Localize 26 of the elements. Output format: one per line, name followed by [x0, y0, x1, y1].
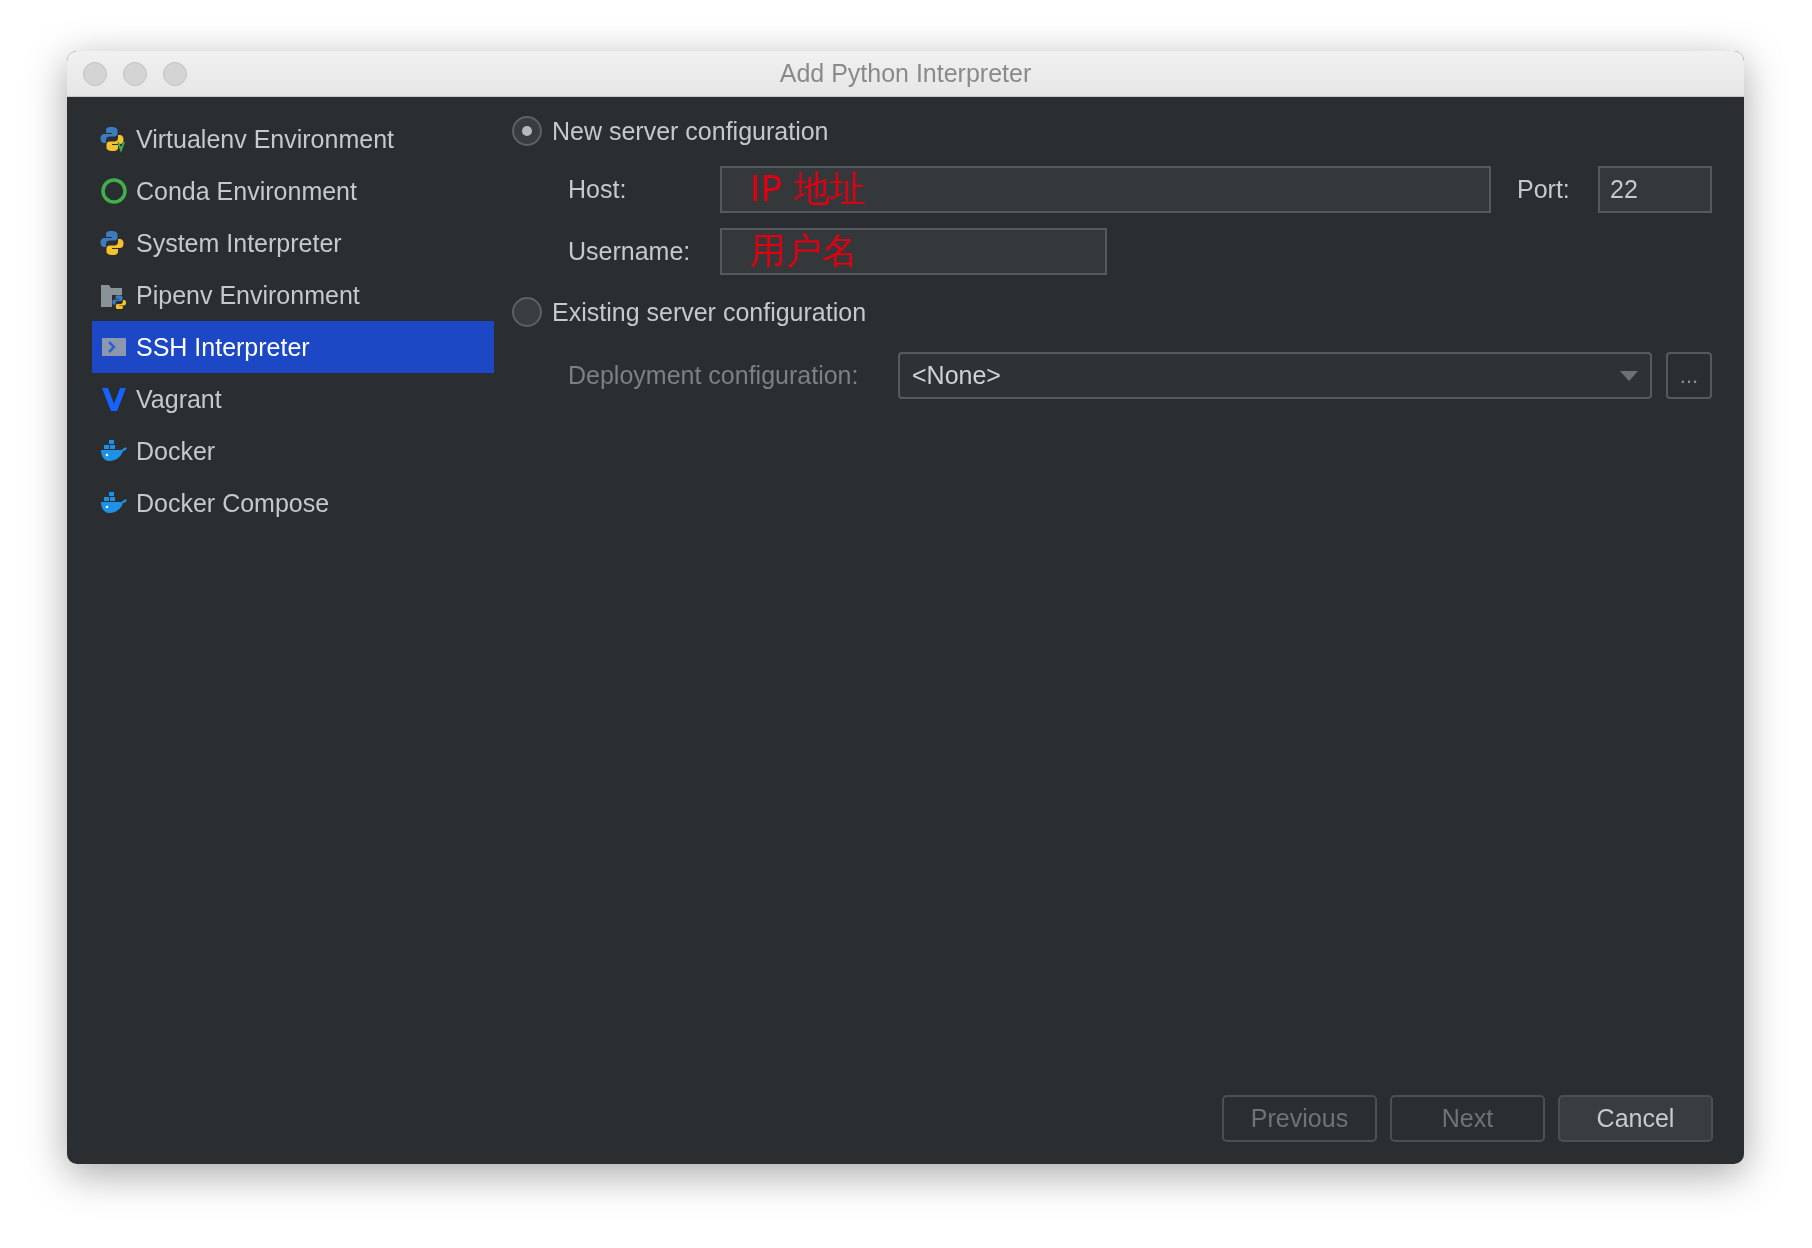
sidebar-item[interactable]: Vagrant [92, 373, 494, 425]
port-field[interactable]: 22 [1598, 166, 1712, 213]
radio-button[interactable] [512, 116, 542, 146]
caret-icon [1620, 370, 1638, 381]
port-label: Port: [1517, 175, 1571, 204]
sidebar-item[interactable]: SSH Interpreter [92, 321, 494, 373]
username-label: Username: [568, 237, 692, 266]
radio-label[interactable]: Existing server configuration [552, 297, 867, 327]
sidebar-item[interactable]: System Interpreter [92, 217, 494, 269]
sidebar-item[interactable]: Docker [92, 425, 494, 477]
close-button[interactable] [83, 61, 107, 86]
ring-icon [100, 177, 128, 205]
minimize-button[interactable] [123, 61, 147, 86]
sidebar-item[interactable]: Conda Environment [92, 165, 494, 217]
radio-label[interactable]: New server configuration [552, 116, 829, 146]
sidebar-item[interactable]: Virtualenv Environment [92, 113, 494, 165]
sidebar-item[interactable]: Pipenv Environment [92, 269, 494, 321]
host-label: Host: [568, 175, 628, 204]
python-icon [100, 125, 128, 153]
dialog-button[interactable]: Cancel [1558, 1095, 1713, 1142]
v-letter-icon [100, 385, 128, 413]
zoom-button[interactable] [163, 61, 187, 86]
radio-button[interactable] [512, 297, 542, 327]
window-title: Add Python Interpreter [779, 59, 1032, 87]
deployment-label: Deployment configuration: [568, 361, 860, 390]
sidebar-item[interactable]: Docker Compose [92, 477, 494, 529]
